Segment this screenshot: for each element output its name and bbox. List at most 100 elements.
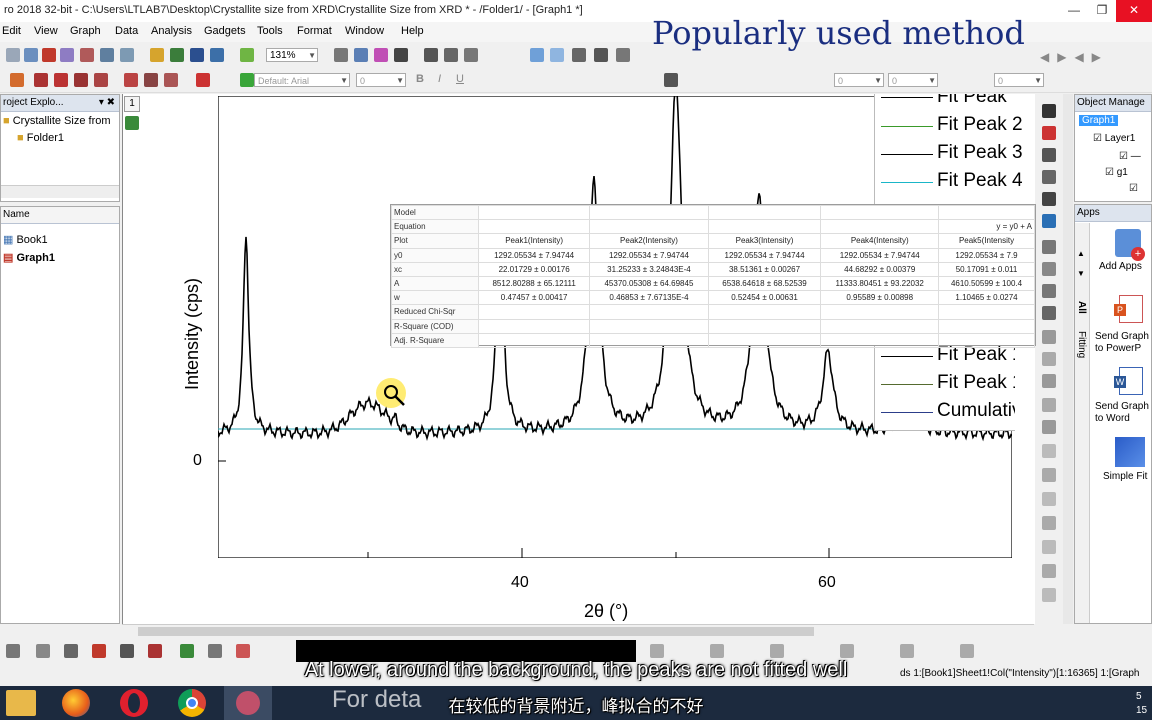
arrange-icon[interactable] <box>464 48 478 62</box>
object-item-layer1[interactable]: ☑ Layer1 <box>1093 133 1135 144</box>
contour-icon[interactable] <box>180 644 194 658</box>
restore-button[interactable]: ❐ <box>1088 0 1116 22</box>
export-tool-icon[interactable] <box>1042 588 1056 602</box>
results-cell[interactable] <box>820 332 940 348</box>
results-cell[interactable]: 31.25233 ± 3.24843E-4 <box>589 261 709 277</box>
open-template-icon[interactable] <box>170 48 184 62</box>
template-icon[interactable] <box>650 644 664 658</box>
add-apps-icon[interactable]: + <box>1115 229 1145 261</box>
font-combo[interactable]: Default: Arial ▼ <box>254 73 350 87</box>
circle-tool-icon[interactable] <box>1042 306 1056 320</box>
horizontal-scrollbar[interactable] <box>1 185 119 198</box>
text-tool-icon[interactable] <box>1042 240 1056 254</box>
italic-icon[interactable]: I <box>438 73 441 85</box>
results-cell[interactable] <box>938 318 1035 334</box>
results-cell[interactable]: 11333.80451 ± 93.22032 <box>820 275 940 292</box>
region-icon[interactable] <box>124 73 138 87</box>
menu-format[interactable]: Format <box>297 25 332 37</box>
checkbox-icon[interactable]: ☑ <box>1129 183 1138 194</box>
line-width-combo[interactable]: 0 ▼ <box>834 73 884 87</box>
import-icon[interactable] <box>240 48 254 62</box>
results-cell[interactable] <box>938 204 1035 221</box>
pointer-tool-icon[interactable] <box>1042 104 1056 118</box>
results-cell[interactable]: 4610.50599 ± 100.4 <box>938 275 1035 292</box>
screen-reader-icon[interactable] <box>54 73 68 87</box>
data-tool-icon[interactable] <box>1042 352 1056 366</box>
results-cell[interactable]: 8512.80288 ± 65.12111 <box>477 275 591 292</box>
results-cell[interactable] <box>820 204 940 221</box>
new-workbook-icon[interactable] <box>24 48 38 62</box>
save-template-icon[interactable] <box>210 48 224 62</box>
results-cell[interactable]: 1292.05534 ± 7.94744 <box>707 247 822 263</box>
results-cell[interactable]: 1292.05534 ± 7.9 <box>938 247 1035 263</box>
list-item[interactable]: ▦ Book1 <box>3 233 48 246</box>
area-icon[interactable] <box>120 644 134 658</box>
graph-icon[interactable] <box>572 48 586 62</box>
results-cell[interactable]: Peak2(Intensity) <box>589 233 709 249</box>
zoom-combo[interactable]: 131% ▼ <box>266 48 318 62</box>
results-cell[interactable] <box>820 219 940 235</box>
group-tool-icon[interactable] <box>1042 468 1056 482</box>
menu-edit[interactable]: Edit <box>2 25 21 37</box>
menu-gadgets[interactable]: Gadgets <box>204 25 246 37</box>
mask-tool-icon[interactable] <box>1042 214 1056 228</box>
results-cell[interactable] <box>820 318 940 334</box>
powerpoint-icon[interactable]: P <box>1114 295 1143 323</box>
results-cell[interactable]: 0.95589 ± 0.00898 <box>820 290 940 306</box>
results-cell[interactable]: Peak3(Intensity) <box>707 233 822 249</box>
word-icon[interactable]: W <box>1114 367 1143 395</box>
menu-window[interactable]: Window <box>345 25 384 37</box>
splitter[interactable] <box>1063 94 1073 624</box>
menu-analysis[interactable]: Analysis <box>151 25 192 37</box>
results-cell[interactable] <box>707 304 822 320</box>
results-cell[interactable] <box>477 304 591 320</box>
menu-graph[interactable]: Graph <box>70 25 101 37</box>
results-cell[interactable]: y = y0 + A <box>938 219 1035 235</box>
lock-icon[interactable] <box>125 116 139 130</box>
results-cell[interactable] <box>707 204 822 221</box>
results-cell[interactable] <box>707 219 822 235</box>
tree-folder1[interactable]: ■ Folder1 <box>17 132 64 144</box>
rescale-icon[interactable] <box>530 48 544 62</box>
y-axis-label[interactable]: Intensity (cps) <box>182 278 203 390</box>
results-cell[interactable]: 38.51361 ± 0.00267 <box>707 261 822 277</box>
brush-tool-icon[interactable] <box>1042 374 1056 388</box>
annotate-icon[interactable] <box>74 73 88 87</box>
app-label[interactable]: Add Apps <box>1099 261 1152 273</box>
results-cell[interactable]: 1292.05534 ± 7.94744 <box>477 247 591 263</box>
results-cell[interactable]: 1292.05534 ± 7.94744 <box>589 247 709 263</box>
close-button[interactable]: ✕ <box>1116 0 1152 22</box>
font-size-combo[interactable]: 0 ▼ <box>356 73 406 87</box>
results-cell[interactable]: 6538.64618 ± 68.52539 <box>707 275 822 292</box>
legend-tool-icon[interactable] <box>1042 398 1056 412</box>
border-width-combo[interactable]: 0 ▼ <box>994 73 1044 87</box>
tab-fitting[interactable]: Fitting <box>1076 331 1087 358</box>
x-axis-label[interactable]: 2θ (°) <box>584 601 628 622</box>
size-tool-icon[interactable] <box>1042 564 1056 578</box>
left-scrollbar[interactable] <box>0 624 120 638</box>
new-graph-icon[interactable] <box>42 48 56 62</box>
scatter-icon[interactable] <box>36 644 50 658</box>
results-cell[interactable] <box>589 204 709 221</box>
results-cell[interactable]: 0.46853 ± 7.67135E-4 <box>589 290 709 306</box>
draw-icon[interactable] <box>10 73 24 87</box>
underline-icon[interactable]: U <box>456 73 464 85</box>
layer-icon[interactable] <box>424 48 438 62</box>
app-label[interactable]: Simple Fit <box>1103 471 1152 482</box>
table-icon[interactable] <box>444 48 458 62</box>
grid-icon[interactable] <box>770 644 784 658</box>
tree-root[interactable]: ■ Crystallite Size from <box>3 115 111 127</box>
minimize-button[interactable]: — <box>1060 0 1088 22</box>
save-icon[interactable] <box>190 48 204 62</box>
results-cell[interactable]: 45370.05308 ± 64.69845 <box>589 275 709 292</box>
results-cell[interactable] <box>477 318 591 334</box>
print-icon[interactable] <box>334 48 348 62</box>
results-cell[interactable]: 22.01729 ± 0.00176 <box>477 261 591 277</box>
pie-icon[interactable] <box>148 644 162 658</box>
bold-icon[interactable]: B <box>416 73 424 85</box>
results-cell[interactable] <box>589 304 709 320</box>
line-symbol-icon[interactable] <box>64 644 78 658</box>
zoom-in-icon[interactable] <box>550 48 564 62</box>
scroll-up-icon[interactable]: ▲ <box>1077 249 1085 258</box>
scale-icon[interactable] <box>164 73 178 87</box>
